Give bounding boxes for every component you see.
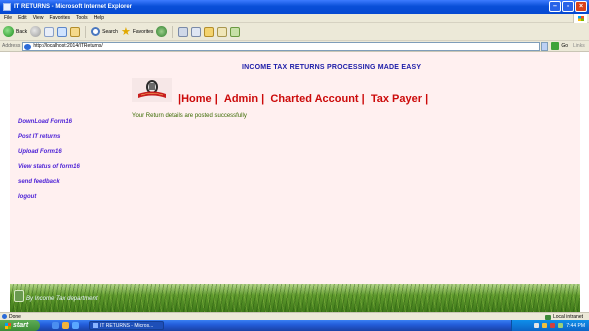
security-icon[interactable] bbox=[542, 323, 548, 328]
nav-separator: | bbox=[211, 93, 224, 105]
nav-separator: | bbox=[422, 93, 429, 105]
address-dropdown-button[interactable] bbox=[541, 41, 549, 51]
browser-window: IT RETURNS - Microsoft Internet Explorer… bbox=[0, 0, 589, 331]
show-desktop-icon[interactable] bbox=[52, 322, 59, 329]
browser-toolbar: Back Search ★ Favorites bbox=[0, 23, 589, 41]
title-bar: IT RETURNS - Microsoft Internet Explorer… bbox=[0, 0, 589, 14]
forward-button[interactable] bbox=[30, 26, 42, 37]
page-heading: INCOME TAX RETURNS PROCESSING MADE EASY bbox=[242, 64, 422, 71]
windows-taskbar: start IT RETURNS - Micros... 7:44 PM bbox=[0, 320, 589, 331]
taskbar-window-label: IT RETURNS - Micros... bbox=[100, 322, 154, 329]
maximize-button[interactable]: ▫ bbox=[562, 1, 574, 12]
nav-separator: | bbox=[358, 93, 371, 105]
favorites-star-icon: ★ bbox=[120, 25, 131, 38]
nav-home-link[interactable]: Home bbox=[181, 93, 212, 105]
alert-icon[interactable] bbox=[550, 323, 556, 328]
clock: 7:44 PM bbox=[566, 322, 585, 329]
menu-edit[interactable]: Edit bbox=[18, 15, 27, 21]
back-label: Back bbox=[16, 28, 28, 35]
menu-help[interactable]: Help bbox=[94, 15, 104, 21]
close-button[interactable]: × bbox=[575, 1, 587, 12]
page-done-icon bbox=[2, 314, 7, 319]
sidebar-send-feedback-link[interactable]: send feedback bbox=[18, 175, 80, 190]
menu-tools[interactable]: Tools bbox=[76, 15, 88, 21]
refresh-icon[interactable] bbox=[57, 26, 68, 37]
address-label: Address bbox=[2, 43, 21, 49]
footer-text: By Income Tax department bbox=[26, 296, 98, 302]
ie-quicklaunch-icon[interactable] bbox=[72, 322, 79, 329]
window-controls: – ▫ × bbox=[549, 1, 587, 12]
local-intranet-icon bbox=[544, 314, 551, 320]
go-label: Go bbox=[561, 43, 569, 49]
success-message: Your Return details are posted successfu… bbox=[132, 113, 247, 119]
toolbar-separator bbox=[85, 25, 87, 38]
taskbar-ie-window[interactable]: IT RETURNS - Micros... bbox=[89, 321, 164, 330]
nav-charted-account-link[interactable]: Charted Account bbox=[270, 93, 358, 105]
menu-favorites[interactable]: Favorites bbox=[49, 15, 70, 21]
status-text: Done bbox=[9, 313, 21, 320]
favorites-label: Favorites bbox=[132, 28, 154, 35]
sidebar-download-form16-link[interactable]: DownLoad Form16 bbox=[18, 115, 80, 130]
footer-logo-icon bbox=[14, 290, 24, 302]
menu-file[interactable]: File bbox=[4, 15, 12, 21]
sidebar-view-status-link[interactable]: View status of form16 bbox=[18, 160, 80, 175]
search-icon bbox=[91, 27, 101, 36]
go-arrow-icon bbox=[551, 42, 560, 50]
back-button[interactable]: Back bbox=[3, 26, 27, 37]
history-icon[interactable] bbox=[156, 26, 168, 37]
web-page: INCOME TAX RETURNS PROCESSING MADE EASY … bbox=[10, 52, 580, 312]
sidebar-post-it-returns-link[interactable]: Post IT returns bbox=[18, 130, 80, 145]
status-bar: Done Local intranet bbox=[0, 312, 589, 320]
windows-logo bbox=[573, 14, 587, 23]
main-nav: | Home | Admin | Charted Account | Tax P… bbox=[178, 93, 428, 105]
firefox-icon[interactable] bbox=[62, 322, 69, 329]
network-icon[interactable] bbox=[534, 323, 540, 328]
menu-view[interactable]: View bbox=[33, 15, 44, 21]
mail-icon[interactable] bbox=[178, 26, 189, 37]
menu-bar: File Edit View Favorites Tools Help bbox=[0, 14, 589, 23]
folder-icon[interactable] bbox=[204, 26, 215, 37]
system-tray: 7:44 PM bbox=[511, 320, 589, 331]
messenger-icon[interactable] bbox=[230, 26, 241, 37]
windows-flag-icon bbox=[5, 322, 11, 329]
sidebar-upload-form16-link[interactable]: Upload Form16 bbox=[18, 145, 80, 160]
minimize-button[interactable]: – bbox=[549, 1, 561, 12]
stop-icon[interactable] bbox=[44, 26, 55, 37]
window-title: IT RETURNS - Microsoft Internet Explorer bbox=[14, 4, 133, 10]
windows-flag-icon bbox=[578, 16, 584, 21]
nav-admin-link[interactable]: Admin bbox=[224, 93, 258, 105]
quick-launch bbox=[52, 322, 79, 329]
favorites-button[interactable]: ★ Favorites bbox=[120, 25, 154, 38]
back-arrow-icon bbox=[3, 26, 14, 37]
sidebar-menu: DownLoad Form16 Post IT returns Upload F… bbox=[18, 115, 80, 205]
edit-icon[interactable] bbox=[217, 26, 228, 37]
print-icon[interactable] bbox=[191, 26, 202, 37]
grass-footer: By Income Tax department bbox=[10, 284, 580, 312]
toolbar-separator bbox=[172, 25, 174, 38]
emblem-logo bbox=[132, 78, 172, 102]
home-icon[interactable] bbox=[70, 26, 81, 37]
address-url: http://localhost:2014/ITReturns/ bbox=[33, 43, 103, 49]
volume-icon[interactable] bbox=[558, 323, 564, 328]
address-bar: Address http://localhost:2014/ITReturns/… bbox=[0, 41, 589, 52]
search-label: Search bbox=[102, 28, 118, 35]
nav-tax-payer-link[interactable]: Tax Payer bbox=[371, 93, 422, 105]
address-input[interactable]: http://localhost:2014/ITReturns/ bbox=[22, 41, 541, 51]
links-label[interactable]: Links bbox=[573, 43, 585, 49]
nav-separator: | bbox=[258, 93, 271, 105]
search-button[interactable]: Search bbox=[91, 27, 118, 36]
start-button[interactable]: start bbox=[0, 320, 40, 331]
go-button[interactable]: Go bbox=[551, 42, 568, 50]
sidebar-logout-link[interactable]: logout bbox=[18, 190, 80, 205]
ie-page-icon bbox=[24, 43, 32, 50]
ie-task-icon bbox=[93, 323, 98, 328]
ie-app-icon bbox=[3, 3, 11, 11]
start-label: start bbox=[13, 322, 29, 329]
